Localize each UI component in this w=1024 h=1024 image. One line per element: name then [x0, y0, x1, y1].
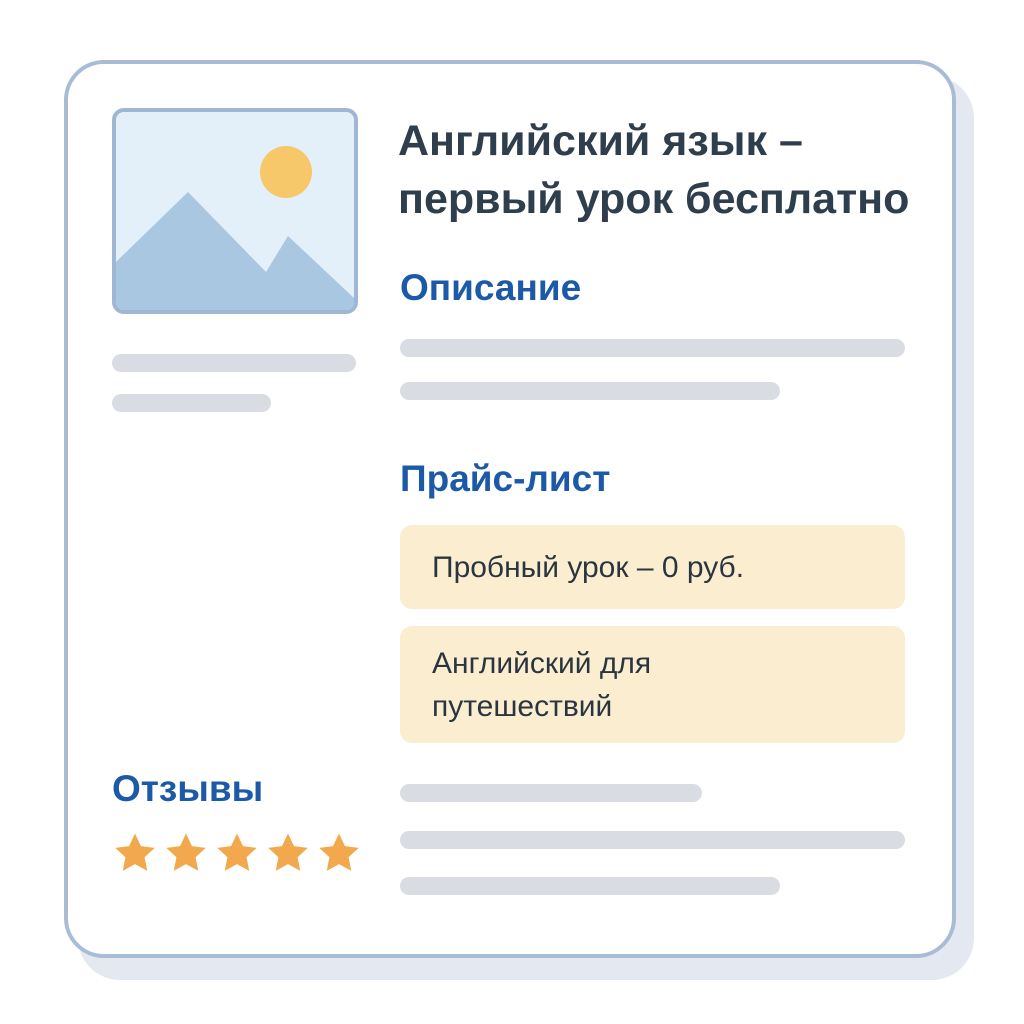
star-icon [166, 833, 206, 871]
price-item-label: Пробный урок – 0 руб. [432, 550, 745, 584]
listing-title: Английский язык – первый урок бесплатно [398, 117, 910, 223]
description-text-placeholder [400, 382, 780, 400]
pricelist-heading: Прайс-лист [400, 458, 611, 499]
star-icon [319, 833, 359, 871]
image-placeholder-icon [116, 112, 354, 310]
price-item-label: Английский для путешествий [432, 646, 652, 723]
star-icon [268, 833, 308, 871]
review-text-placeholder [400, 784, 702, 802]
description-text-placeholder [400, 339, 905, 357]
star-icon [217, 833, 257, 871]
sun-icon [260, 146, 312, 198]
price-item[interactable]: Пробный урок – 0 руб. [400, 525, 905, 609]
description-heading: Описание [400, 267, 582, 308]
review-text-placeholder [400, 877, 780, 895]
photo-caption-placeholder [112, 354, 356, 372]
review-text-placeholder [400, 831, 905, 849]
listing-photo[interactable] [112, 108, 358, 314]
rating-stars [112, 830, 362, 876]
price-item[interactable]: Английский для путешествий [400, 626, 905, 743]
page: Английский язык – первый урок бесплатно … [0, 0, 1024, 1024]
star-icon [115, 833, 155, 871]
reviews-heading: Отзывы [112, 768, 264, 809]
photo-caption-placeholder [112, 394, 271, 412]
